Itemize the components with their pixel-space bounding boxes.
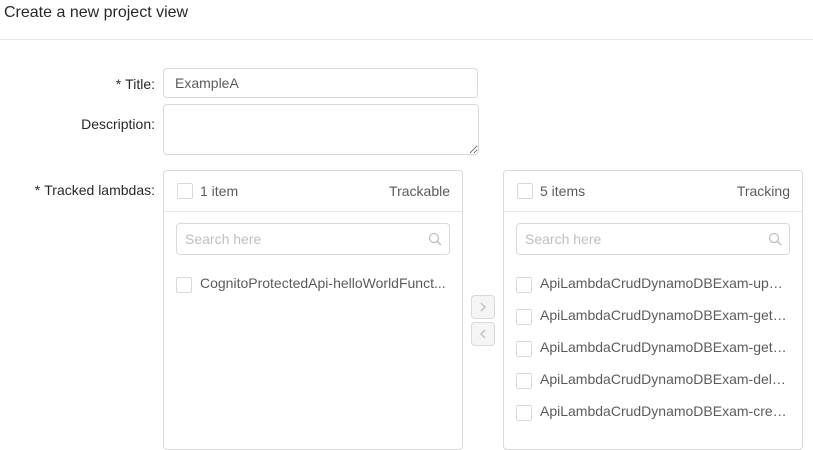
tracking-item-count: 5 items	[540, 183, 586, 199]
list-item[interactable]: CognitoProtectedApi-helloWorldFunct...	[164, 269, 462, 301]
list-item[interactable]: ApiLambdaCrudDynamoDBExam-getO...	[504, 301, 802, 333]
description-textarea[interactable]	[163, 104, 479, 155]
select-all-tracking-checkbox[interactable]	[517, 183, 533, 199]
page-header: Create a new project view	[0, 0, 813, 40]
list-item[interactable]: ApiLambdaCrudDynamoDBExam-upda...	[504, 269, 802, 301]
item-checkbox[interactable]	[516, 341, 532, 357]
page-title: Create a new project view	[4, 4, 189, 21]
search-icon	[768, 232, 782, 246]
tracked-lambdas-label: * Tracked lambdas:	[35, 182, 155, 198]
tracking-search-input[interactable]	[517, 224, 773, 254]
chevron-left-icon	[480, 329, 486, 339]
select-all-trackable-checkbox[interactable]	[177, 183, 193, 199]
item-checkbox[interactable]	[516, 405, 532, 421]
list-item[interactable]: ApiLambdaCrudDynamoDBExam-creat...	[504, 397, 802, 429]
move-to-trackable-button[interactable]	[471, 322, 495, 346]
item-checkbox[interactable]	[176, 277, 192, 293]
item-checkbox[interactable]	[516, 309, 532, 325]
chevron-right-icon	[480, 302, 486, 312]
trackable-search-input[interactable]	[177, 224, 433, 254]
list-item[interactable]: ApiLambdaCrudDynamoDBExam-getA...	[504, 333, 802, 365]
item-checkbox[interactable]	[516, 373, 532, 389]
trackable-search-box	[176, 223, 450, 255]
list-item-label: ApiLambdaCrudDynamoDBExam-upda...	[540, 275, 790, 291]
description-label: Description:	[81, 116, 155, 132]
trackable-panel-header: 1 item Trackable	[164, 171, 462, 212]
move-to-tracking-button[interactable]	[471, 295, 495, 319]
trackable-item-count: 1 item	[200, 183, 239, 199]
list-item-label: ApiLambdaCrudDynamoDBExam-getA...	[540, 339, 790, 355]
title-input[interactable]	[163, 68, 478, 98]
tracking-panel-title: Tracking	[736, 183, 790, 199]
list-item[interactable]: ApiLambdaCrudDynamoDBExam-delet...	[504, 365, 802, 397]
required-mark: *	[34, 182, 41, 198]
tracking-search-box	[516, 223, 790, 255]
tracked-lambdas-label-text: Tracked lambdas:	[44, 182, 155, 198]
title-label: * Title:	[116, 76, 155, 92]
trackable-panel: 1 item Trackable CognitoProtectedApi-hel…	[163, 170, 463, 450]
list-item-label: ApiLambdaCrudDynamoDBExam-delet...	[540, 371, 790, 387]
tracking-panel: 5 items Tracking ApiLambdaCrudDynamoDBEx…	[503, 170, 803, 450]
list-item-label: ApiLambdaCrudDynamoDBExam-getO...	[540, 307, 790, 323]
tracking-panel-header: 5 items Tracking	[504, 171, 802, 212]
required-mark: *	[115, 76, 122, 92]
item-checkbox[interactable]	[516, 277, 532, 293]
title-label-text: Title:	[125, 76, 155, 92]
list-item-label: CognitoProtectedApi-helloWorldFunct...	[200, 275, 446, 291]
search-icon	[428, 232, 442, 246]
list-item-label: ApiLambdaCrudDynamoDBExam-creat...	[540, 403, 790, 419]
trackable-panel-title: Trackable	[389, 183, 450, 199]
